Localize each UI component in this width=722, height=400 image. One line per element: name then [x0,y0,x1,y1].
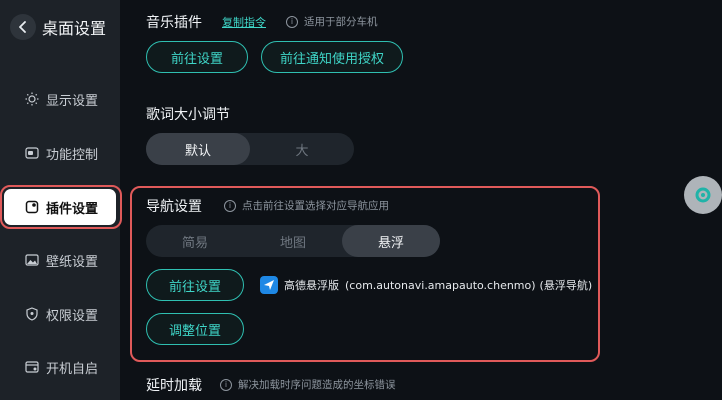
info-icon: i [224,199,236,212]
nav-mode-simple[interactable]: 简易 [146,225,244,257]
sidebar-item-label: 功能控制 [46,147,99,163]
sun-icon [24,91,40,107]
lyrics-size-title: 歌词大小调节 [146,107,230,123]
nav-app-name: 高德悬浮版 [284,279,339,292]
floating-ball-icon [695,187,711,203]
floating-ball[interactable] [684,176,722,214]
shield-icon [24,306,40,322]
lyrics-size-selector: 默认 大 [146,133,354,165]
image-icon [24,252,40,268]
sidebar-item-label: 权限设置 [46,308,99,324]
sidebar-item-permission[interactable]: 权限设置 [0,296,120,332]
music-goto-settings-button[interactable]: 前往设置 [146,41,248,73]
sidebar-item-wallpaper[interactable]: 壁纸设置 [0,242,120,278]
hint-text: 点击前往设置选择对应导航应用 [242,200,389,212]
nav-app-info: 高德悬浮版 (com.autonavi.amapauto.chenmo) (悬浮… [260,276,592,294]
sidebar-item-label: 壁纸设置 [46,254,99,270]
sidebar-item-plugin[interactable]: 插件设置 [4,189,116,225]
chevron-left-icon [19,21,26,33]
adjust-position-button[interactable]: 调整位置 [146,313,244,345]
nav-app-tag: (悬浮导航) [539,279,593,292]
info-icon: i [220,378,232,391]
info-icon: i [286,15,298,28]
sidebar: 桌面设置 显示设置 功能控制 插件设置 壁纸设置 权限设置 开机自启 [0,0,120,400]
hint-text: 适用于部分车机 [304,16,378,28]
sidebar-item-label: 开机自启 [46,361,99,377]
nav-app-package: (com.autonavi.amapauto.chenmo) [345,278,536,292]
nav-mode-map[interactable]: 地图 [244,225,342,257]
copy-command-link[interactable]: 复制指令 [222,14,266,30]
amap-logo-icon [260,276,278,294]
hint-text: 解决加载时序问题造成的坐标错误 [238,379,396,391]
header: 桌面设置 [10,14,106,40]
sidebar-item-display[interactable]: 显示设置 [0,81,120,117]
delay-load-title: 延时加载 [146,378,202,394]
sidebar-item-autostart[interactable]: 开机自启 [0,349,120,385]
main-content: 音乐插件 复制指令 i 适用于部分车机 前往设置 前往通知使用授权 歌词大小调节… [120,0,722,400]
notify-auth-button[interactable]: 前往通知使用授权 [261,41,403,73]
startup-icon [24,359,40,375]
nav-goto-settings-button[interactable]: 前往设置 [146,269,244,301]
sidebar-item-function[interactable]: 功能控制 [0,135,120,171]
navigation-hint: i 点击前往设置选择对应导航应用 [224,198,389,213]
music-plugin-title: 音乐插件 [146,15,202,31]
navigation-title: 导航设置 [146,199,202,215]
delay-load-hint: i 解决加载时序问题造成的坐标错误 [220,377,396,392]
toggle-icon [24,145,40,161]
nav-mode-floating[interactable]: 悬浮 [342,225,440,257]
plugin-icon [24,199,40,215]
back-button[interactable] [10,14,36,40]
page-title: 桌面设置 [42,19,107,38]
lyrics-option-default[interactable]: 默认 [146,133,250,165]
navigation-mode-selector: 简易 地图 悬浮 [146,225,440,257]
music-plugin-hint: i 适用于部分车机 [286,14,378,29]
sidebar-item-label: 插件设置 [46,201,99,217]
sidebar-item-label: 显示设置 [46,93,99,109]
lyrics-option-large[interactable]: 大 [250,133,354,165]
